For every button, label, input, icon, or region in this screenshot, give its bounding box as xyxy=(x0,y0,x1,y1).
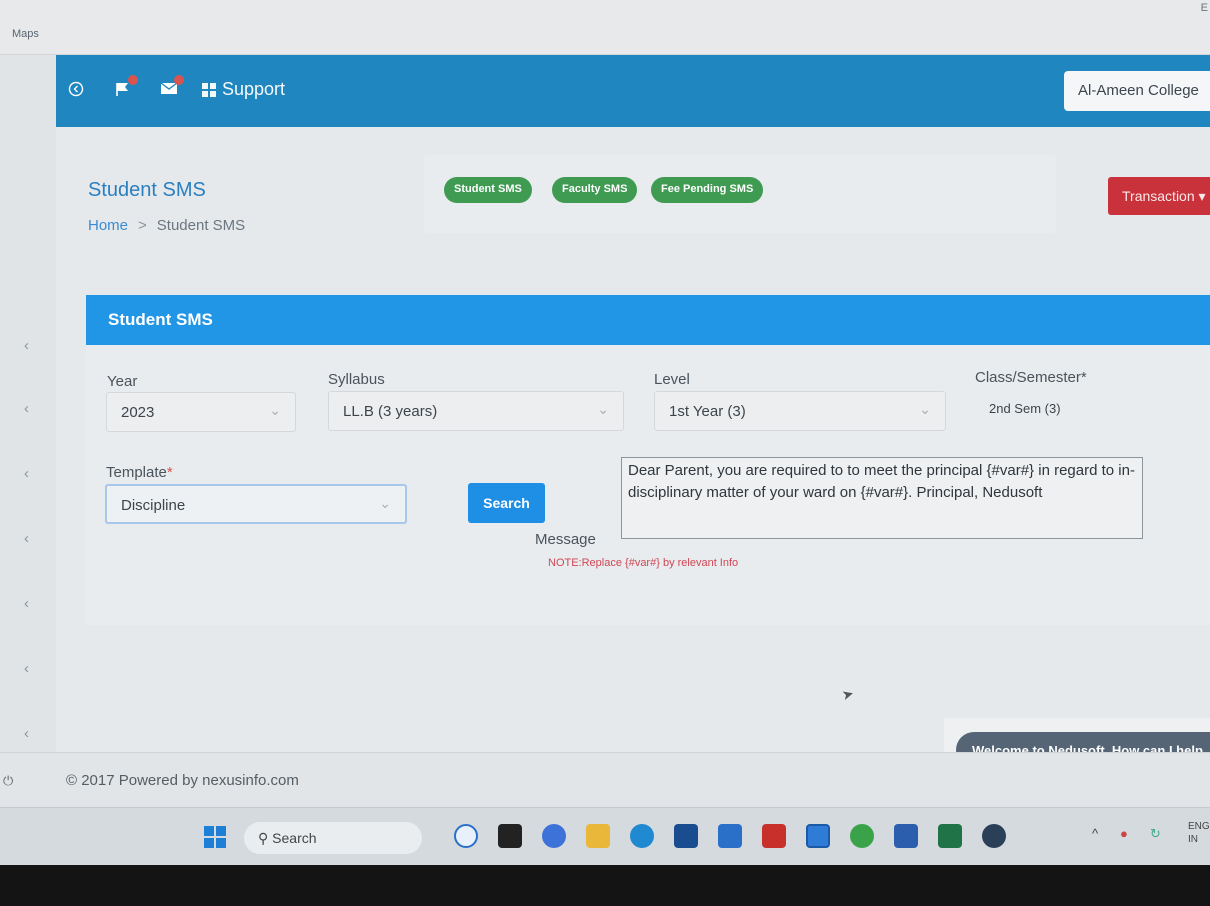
template-value: Discipline xyxy=(121,497,186,514)
syllabus-value: LL.B (3 years) xyxy=(343,403,438,420)
chevron-down-icon: ⌄ xyxy=(597,401,609,417)
notification-dot xyxy=(128,75,138,85)
syllabus-select[interactable]: LL.B (3 years) ⌄ xyxy=(328,391,624,431)
breadcrumb-separator: > xyxy=(138,217,147,234)
tray-expand-icon[interactable]: ^ xyxy=(1092,826,1098,841)
bing-icon[interactable] xyxy=(454,824,478,848)
syllabus-label: Syllabus xyxy=(328,371,385,388)
template-label: Template* xyxy=(106,464,173,481)
power-icon[interactable]: ⏻ xyxy=(3,773,13,789)
tray-sync-icon[interactable]: ↻ xyxy=(1150,826,1161,842)
level-label: Level xyxy=(654,371,690,388)
year-value: 2023 xyxy=(121,404,155,421)
store-icon[interactable] xyxy=(674,824,698,848)
monitor-bezel xyxy=(0,865,1210,906)
sidebar-expand-5[interactable]: ‹ xyxy=(24,595,29,612)
task-view-icon[interactable] xyxy=(498,824,522,848)
year-label: Year xyxy=(107,373,138,390)
browser-screen: Maps E ‹ ‹ ‹ ‹ ‹ ‹ ‹ Support Al-Ameen Co… xyxy=(0,0,1210,865)
chevron-down-icon: ⌄ xyxy=(269,402,281,418)
template-select[interactable]: Discipline ⌄ xyxy=(105,484,407,524)
chevron-down-icon: ⌄ xyxy=(379,495,391,511)
level-value: 1st Year (3) xyxy=(669,403,746,420)
transaction-dropdown-button[interactable]: Transaction ▾ xyxy=(1108,177,1210,215)
chat-app-icon[interactable] xyxy=(542,824,566,848)
sidebar-expand-3[interactable]: ‹ xyxy=(24,465,29,482)
app-header: Support Al-Ameen College xyxy=(56,55,1210,127)
language-indicator[interactable]: ENG IN xyxy=(1188,820,1210,846)
breadcrumb-current: Student SMS xyxy=(156,217,246,234)
mail-notification-icon[interactable] xyxy=(160,75,184,100)
notification-dot xyxy=(174,75,184,85)
support-menu[interactable]: Support xyxy=(202,79,285,100)
sidebar: ‹ ‹ ‹ ‹ ‹ ‹ ‹ xyxy=(0,55,56,755)
footer-copyright: © 2017 Powered by nexusinfo.com xyxy=(66,772,299,789)
excel-icon[interactable] xyxy=(938,824,962,848)
file-explorer-icon[interactable] xyxy=(586,824,610,848)
sidebar-expand-6[interactable]: ‹ xyxy=(24,660,29,677)
cortana-icon[interactable] xyxy=(806,824,830,848)
replace-note: NOTE:Replace {#var#} by relevant Info xyxy=(548,557,739,569)
class-semester-label: Class/Semester* xyxy=(975,369,1087,386)
search-icon: ⚲ xyxy=(258,830,269,846)
main-content: Student SMS Home > Student SMS Student SMS… xyxy=(56,127,1210,752)
student-sms-pill[interactable]: Student SMS xyxy=(444,177,532,203)
mcafee-icon[interactable] xyxy=(762,824,786,848)
sidebar-expand-2[interactable]: ‹ xyxy=(24,400,29,417)
breadcrumb: Home > Student SMS xyxy=(88,217,245,234)
college-selector[interactable]: Al-Ameen College xyxy=(1064,71,1210,111)
grid-icon xyxy=(202,82,216,97)
level-select[interactable]: 1st Year (3) ⌄ xyxy=(654,391,946,431)
faculty-sms-pill[interactable]: Faculty SMS xyxy=(552,177,638,203)
card-title: Student SMS xyxy=(86,295,1210,345)
maps-bookmark[interactable]: Maps xyxy=(12,28,39,40)
circle-arrow-left-icon[interactable] xyxy=(68,81,84,102)
window-corner-label: E xyxy=(1200,2,1208,14)
extra-app-icon[interactable] xyxy=(982,824,1006,848)
taskbar-search[interactable]: ⚲ Search xyxy=(244,822,422,854)
sidebar-expand-7[interactable]: ‹ xyxy=(24,725,29,742)
bookmarks-bar: Maps E xyxy=(0,0,1210,55)
breadcrumb-home-link[interactable]: Home xyxy=(88,217,128,234)
sidebar-expand-4[interactable]: ‹ xyxy=(24,530,29,547)
search-button[interactable]: Search xyxy=(468,483,545,523)
support-label: Support xyxy=(222,79,286,99)
edge-browser-icon[interactable] xyxy=(630,824,654,848)
flag-notification-icon[interactable] xyxy=(114,75,138,102)
transaction-label: Transaction xyxy=(1122,188,1195,204)
page-footer: ⏻ © 2017 Powered by nexusinfo.com xyxy=(0,752,1210,807)
sidebar-expand-1[interactable]: ‹ xyxy=(24,337,29,354)
tray-security-icon[interactable]: ● xyxy=(1120,826,1128,841)
student-sms-card: Student SMS Year 2023 ⌄ Syllabus LL.B (3… xyxy=(86,295,1210,625)
fee-pending-sms-pill[interactable]: Fee Pending SMS xyxy=(651,177,764,203)
sms-type-panel: Student SMS Faculty SMS Fee Pending SMS xyxy=(424,155,1056,233)
year-select[interactable]: 2023 ⌄ xyxy=(106,392,296,432)
message-label: Message xyxy=(535,531,596,548)
message-textarea[interactable]: Dear Parent, you are required to to meet… xyxy=(621,457,1143,539)
class-semester-value[interactable]: 2nd Sem (3) xyxy=(989,401,1061,416)
word-icon[interactable] xyxy=(894,824,918,848)
chevron-down-icon: ⌄ xyxy=(919,401,931,417)
chrome-icon[interactable] xyxy=(850,824,874,848)
taskbar-search-label: Search xyxy=(272,830,317,846)
taskbar: ⚲ Search ^ ● ↻ ENG IN xyxy=(0,807,1210,865)
windows-start-icon[interactable] xyxy=(204,826,226,848)
page-title: Student SMS xyxy=(88,179,206,201)
app-l-icon[interactable] xyxy=(718,824,742,848)
